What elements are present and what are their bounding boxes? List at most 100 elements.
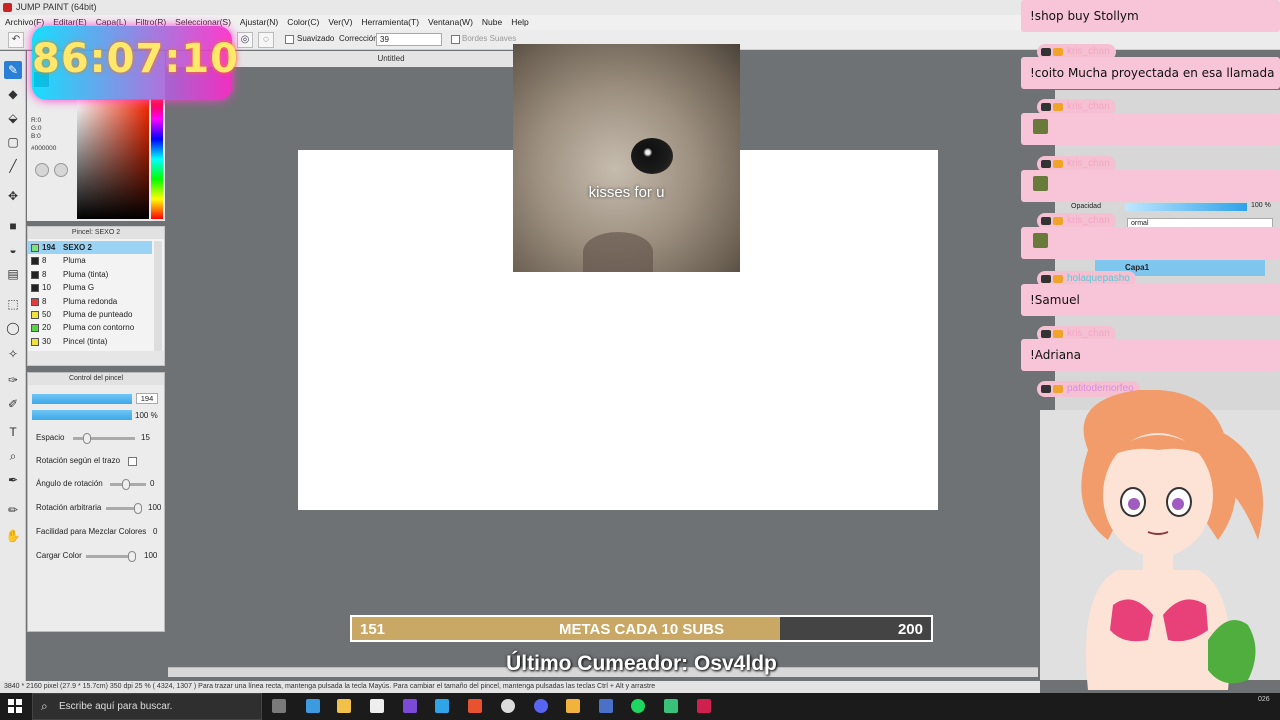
menu-nube[interactable]: Nube: [482, 15, 502, 30]
palette-icon[interactable]: [35, 163, 49, 177]
correction-input[interactable]: 39: [376, 33, 442, 46]
ruler-icon[interactable]: ◌: [258, 32, 274, 48]
select-tool-icon[interactable]: ⬚: [4, 295, 22, 313]
brush-row[interactable]: 8 Pluma (tinta): [28, 268, 152, 281]
wand-tool-icon[interactable]: ✧: [4, 345, 22, 363]
lasso-tool-icon[interactable]: ◯: [4, 319, 22, 337]
rotation-stroke-label: Rotación según el trazo: [36, 456, 121, 465]
brush-opacity-bar[interactable]: [32, 410, 132, 420]
chat-message-text: !shop buy Stollym: [1030, 9, 1139, 23]
menu-ventana[interactable]: Ventana(W): [428, 15, 473, 30]
brush-row[interactable]: 8 Pluma: [28, 254, 152, 267]
brush-row[interactable]: 194 SEXO 2: [28, 241, 152, 254]
brush-color-swatch: [31, 311, 39, 319]
brush-size: 8: [42, 256, 47, 266]
arbitrary-rotation-knob[interactable]: [134, 503, 142, 514]
color-mix-icon[interactable]: [54, 163, 68, 177]
brush-name: SEXO 2: [63, 243, 92, 252]
game-app-icon[interactable]: [664, 699, 678, 713]
menu-help[interactable]: Help: [511, 15, 528, 30]
brush-opacity-value: 100 %: [135, 411, 158, 420]
menu-herramienta[interactable]: Herramienta(T): [361, 15, 419, 30]
text-tool-icon[interactable]: T: [4, 423, 22, 441]
chat-badge-icon: [1053, 275, 1063, 283]
hue-slider[interactable]: [151, 99, 163, 219]
color-picker-square[interactable]: [77, 99, 149, 219]
green-value: G:0: [31, 125, 42, 132]
smoothing-checkbox[interactable]: [285, 35, 294, 44]
brave-browser-icon[interactable]: [468, 699, 482, 713]
hand-tool-icon[interactable]: ✋: [4, 527, 22, 545]
undo-icon[interactable]: ↶: [8, 32, 24, 48]
eyedropper-tool-icon[interactable]: ✑: [4, 371, 22, 389]
blend-ease-value: 0: [153, 527, 158, 536]
windows-start-icon[interactable]: [8, 699, 22, 713]
rotation-angle-knob[interactable]: [122, 479, 130, 490]
gradient-tool-icon[interactable]: ▤: [4, 265, 22, 283]
menu-ajustar[interactable]: Ajustar(N): [240, 15, 278, 30]
media-app-icon[interactable]: [566, 699, 580, 713]
brush-row[interactable]: 20 Pluma con contorno: [28, 321, 152, 334]
load-color-slider[interactable]: [86, 551, 136, 562]
color-tool-icon[interactable]: ■: [4, 217, 22, 235]
soft-edges-checkbox[interactable]: [451, 35, 460, 44]
chat-emote-icon: [1033, 119, 1048, 134]
load-color-knob[interactable]: [128, 551, 136, 562]
rotation-angle-slider[interactable]: [110, 479, 146, 490]
brush-panel-title: Pincel: SEXO 2: [28, 227, 164, 239]
pen-tool-icon[interactable]: ✎: [4, 61, 22, 79]
menu-ver[interactable]: Ver(V): [328, 15, 352, 30]
brush-row[interactable]: 10 Pluma G: [28, 281, 152, 294]
brush-name: Pluma (tinta): [63, 269, 109, 279]
obs-icon[interactable]: [501, 699, 515, 713]
brush-size: 10: [42, 283, 51, 293]
discord-icon[interactable]: [534, 699, 548, 713]
spacing-knob[interactable]: [83, 433, 91, 444]
task-view-icon[interactable]: [272, 699, 286, 713]
line-tool-icon[interactable]: ╱: [4, 157, 22, 175]
chat-message: !Adriana: [1021, 339, 1280, 371]
brush-control-panel: Control del pincel 194 100 % Espacio 15 …: [27, 372, 165, 632]
chat-emote-icon: [1033, 176, 1048, 191]
brush-row[interactable]: 8 Pluma redonda: [28, 295, 152, 308]
stream-timer: 86:07:10: [32, 26, 239, 100]
arbitrary-rotation-slider[interactable]: [106, 503, 142, 514]
menu-color[interactable]: Color(C): [287, 15, 319, 30]
fill-tool-icon[interactable]: ⬙: [4, 109, 22, 127]
move-tool-icon[interactable]: ✥: [4, 187, 22, 205]
spotify-icon[interactable]: [631, 699, 645, 713]
spacing-slider[interactable]: [73, 433, 135, 444]
chat-message: !coito Mucha proyectada en esa llamada: [1021, 57, 1280, 89]
chat-badge-icon: [1041, 330, 1051, 338]
taskbar-search-placeholder: Escribe aquí para buscar.: [59, 701, 173, 712]
rect-select-tool-icon[interactable]: ▢: [4, 133, 22, 151]
rotation-angle-value: 0: [150, 479, 155, 488]
zoom-tool-icon[interactable]: ⌕: [4, 447, 22, 465]
brush-size-bar[interactable]: [32, 394, 132, 404]
stream-chat: !shop buy Stollym kris_chan !coito Mucha p…: [1021, 0, 1280, 412]
notion-icon[interactable]: [370, 699, 384, 713]
pen-app-icon[interactable]: [403, 699, 417, 713]
taskbar-search-box[interactable]: ⌕ Escribe aquí para buscar.: [32, 693, 262, 720]
select-pen-tool-icon[interactable]: ✐: [4, 395, 22, 413]
stream-timer-text: 86:07:10: [32, 36, 239, 82]
chat-message: [1021, 170, 1280, 202]
file-explorer-icon[interactable]: [337, 699, 351, 713]
brush-list-scrollbar[interactable]: [154, 241, 162, 351]
dropper-tool-icon[interactable]: ✒: [4, 471, 22, 489]
eraser-tool-icon[interactable]: ◆: [4, 85, 22, 103]
brush-row[interactable]: 50 Pluma de punteado: [28, 308, 152, 321]
edge-browser-icon[interactable]: [306, 699, 320, 713]
brush-size-value[interactable]: 194: [136, 393, 158, 404]
brush-row[interactable]: 30 Pincel (tinta): [28, 335, 152, 348]
store-icon[interactable]: [435, 699, 449, 713]
jump-paint-icon[interactable]: [697, 699, 711, 713]
paint-app-icon[interactable]: [599, 699, 613, 713]
snap-icon[interactable]: ◎: [237, 32, 253, 48]
bucket-tool-icon[interactable]: ◒: [4, 241, 22, 259]
chat-badge-icon: [1053, 103, 1063, 111]
webcam-overlay-cat: kisses for u: [513, 44, 740, 272]
brush-size: 8: [42, 296, 47, 306]
rotation-stroke-checkbox[interactable]: [128, 457, 137, 466]
brush-tool-icon[interactable]: ✏: [4, 501, 22, 519]
